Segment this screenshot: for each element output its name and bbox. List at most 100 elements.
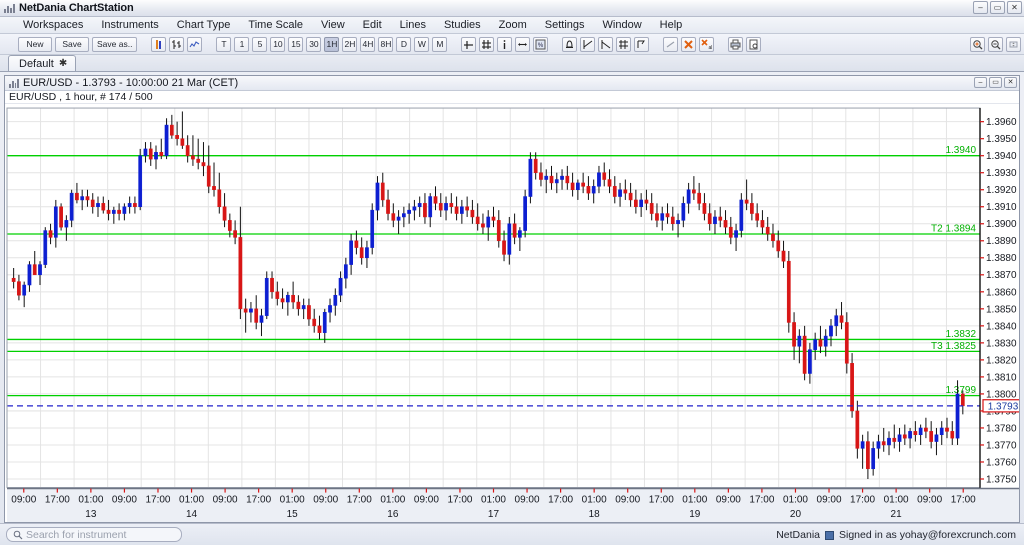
line-tool-icon[interactable] xyxy=(663,36,679,52)
svg-text:1.3900: 1.3900 xyxy=(986,219,1017,230)
menu-chart-type[interactable]: Chart Type xyxy=(168,18,240,32)
svg-text:1.3810: 1.3810 xyxy=(986,372,1017,383)
svg-text:01:00: 01:00 xyxy=(380,495,405,506)
chart-minimize-button[interactable]: – xyxy=(974,77,987,88)
svg-text:1.3820: 1.3820 xyxy=(986,355,1017,366)
menubar: Workspaces Instruments Chart Type Time S… xyxy=(0,17,1024,34)
menu-zoom[interactable]: Zoom xyxy=(490,18,536,32)
svg-text:09:00: 09:00 xyxy=(716,495,741,506)
window-controls: – ▭ ✕ xyxy=(973,1,1022,14)
timeframe-10m[interactable]: 10 xyxy=(270,36,286,52)
zoom-reset-icon[interactable] xyxy=(1006,37,1021,52)
timeframe-4h[interactable]: 4H xyxy=(360,36,376,52)
svg-text:1.3850: 1.3850 xyxy=(986,304,1017,315)
svg-text:1.3890: 1.3890 xyxy=(986,236,1017,247)
menu-instruments[interactable]: Instruments xyxy=(92,18,167,32)
print-icon[interactable] xyxy=(728,36,744,52)
print-preview-icon[interactable] xyxy=(746,36,762,52)
save-button[interactable]: Save xyxy=(55,36,89,52)
menu-help[interactable]: Help xyxy=(651,18,692,32)
workspace-tabstrip: Default ✱ xyxy=(0,55,1024,72)
arrow-tool-icon[interactable] xyxy=(634,36,650,52)
timeframe-week[interactable]: W xyxy=(414,36,430,52)
netdania-logo-icon xyxy=(825,530,834,540)
svg-text:01:00: 01:00 xyxy=(280,495,305,506)
trendline-extend-icon[interactable] xyxy=(598,36,614,52)
maximize-button[interactable]: ▭ xyxy=(990,1,1005,14)
timeframe-month[interactable]: M xyxy=(432,36,448,52)
grid-icon[interactable] xyxy=(479,36,495,52)
search-input[interactable]: Search for instrument xyxy=(26,529,126,541)
svg-text:1.3760: 1.3760 xyxy=(986,457,1017,468)
svg-text:1.3910: 1.3910 xyxy=(986,202,1017,213)
menu-settings[interactable]: Settings xyxy=(536,18,594,32)
chart-window-title: EUR/USD - 1.3793 - 10:00:00 21 Mar (CET) xyxy=(23,77,239,89)
timeframe-1m[interactable]: 1 xyxy=(234,36,250,52)
svg-text:09:00: 09:00 xyxy=(515,495,540,506)
timeframe-15m[interactable]: 15 xyxy=(288,36,304,52)
svg-text:17:00: 17:00 xyxy=(447,495,472,506)
chart-bars-icon xyxy=(4,3,15,13)
svg-text:1.3800: 1.3800 xyxy=(986,389,1017,400)
workspace-tab-default[interactable]: Default ✱ xyxy=(8,55,77,71)
svg-text:1.3830: 1.3830 xyxy=(986,338,1017,349)
zoom-in-icon[interactable] xyxy=(970,37,985,52)
svg-text:%: % xyxy=(538,43,544,49)
horizontal-scale-icon[interactable] xyxy=(515,36,531,52)
svg-text:09:00: 09:00 xyxy=(917,495,942,506)
candlestick-chart[interactable]: 1.3940 T2 1.3894 1.3832T3 1.3825 1.3799 1.39… xyxy=(5,104,1019,522)
svg-text:01:00: 01:00 xyxy=(682,495,707,506)
bar-chart-icon[interactable] xyxy=(169,36,185,52)
svg-text:09:00: 09:00 xyxy=(11,495,36,506)
minimize-button[interactable]: – xyxy=(973,1,988,14)
new-button[interactable]: New xyxy=(18,36,52,52)
chart-plot-area[interactable]: 1.3940 T2 1.3894 1.3832 T3 1.3825 1.3799 1.39… xyxy=(5,104,1019,522)
svg-text:17:00: 17:00 xyxy=(246,495,271,506)
timeframe-5m[interactable]: 5 xyxy=(252,36,268,52)
close-button[interactable]: ✕ xyxy=(1007,1,1022,14)
timeframe-8h[interactable]: 8H xyxy=(378,36,394,52)
menu-edit[interactable]: Edit xyxy=(354,18,391,32)
alert-bell-icon[interactable] xyxy=(562,36,578,52)
app-title: NetDania ChartStation xyxy=(19,2,134,14)
trendline-icon[interactable] xyxy=(580,36,596,52)
svg-text:14: 14 xyxy=(186,509,198,520)
svg-text:17: 17 xyxy=(488,509,500,520)
info-icon[interactable] xyxy=(497,36,513,52)
netdania-brand-label: NetDania xyxy=(776,529,820,541)
save-as-button[interactable]: Save as.. xyxy=(92,36,138,52)
chart-window-controls: – ▭ ✕ xyxy=(974,77,1017,88)
svg-text:18: 18 xyxy=(589,509,601,520)
menu-view[interactable]: View xyxy=(312,18,354,32)
fibonacci-icon[interactable] xyxy=(616,36,632,52)
timeframe-day[interactable]: D xyxy=(396,36,412,52)
menu-window[interactable]: Window xyxy=(594,18,651,32)
svg-text:1.3920: 1.3920 xyxy=(986,185,1017,196)
svg-text:15: 15 xyxy=(287,509,299,520)
menu-lines[interactable]: Lines xyxy=(391,18,435,32)
timeframe-tick[interactable]: T xyxy=(216,36,232,52)
zoom-out-icon[interactable] xyxy=(988,37,1003,52)
timeframe-2h[interactable]: 2H xyxy=(342,36,358,52)
svg-text:16: 16 xyxy=(387,509,399,520)
menu-studies[interactable]: Studies xyxy=(435,18,490,32)
svg-text:09:00: 09:00 xyxy=(313,495,338,506)
timeframe-30m[interactable]: 30 xyxy=(306,36,322,52)
delete-all-icon[interactable]: all xyxy=(699,36,715,52)
crosshair-icon[interactable] xyxy=(461,36,477,52)
main-toolbar: New Save Save as.. T 1 5 10 15 30 1H 2H … xyxy=(0,34,1024,55)
line-chart-icon[interactable] xyxy=(187,36,203,52)
chart-window-titlebar: EUR/USD - 1.3793 - 10:00:00 21 Mar (CET)… xyxy=(5,76,1019,91)
delete-object-icon[interactable] xyxy=(681,36,697,52)
chart-maximize-button[interactable]: ▭ xyxy=(989,77,1002,88)
search-instrument-box[interactable]: Search for instrument xyxy=(6,527,182,542)
svg-text:09:00: 09:00 xyxy=(414,495,439,506)
candlestick-chart-icon[interactable] xyxy=(151,36,167,52)
menu-workspaces[interactable]: Workspaces xyxy=(14,18,92,32)
log-scale-icon[interactable]: % xyxy=(533,36,549,52)
svg-text:17:00: 17:00 xyxy=(649,495,674,506)
timeframe-1h[interactable]: 1H xyxy=(324,36,340,52)
chart-close-button[interactable]: ✕ xyxy=(1004,77,1017,88)
menu-time-scale[interactable]: Time Scale xyxy=(239,18,312,32)
statusbar: Search for instrument NetDania Signed in… xyxy=(0,523,1024,545)
